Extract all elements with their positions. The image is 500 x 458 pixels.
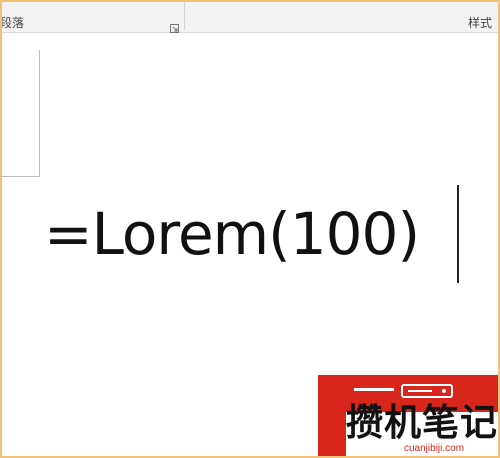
- watermark-red-block: [318, 412, 346, 458]
- watermark-name: 攒机笔记: [346, 401, 498, 444]
- ribbon-group-bar: 段落 样式: [0, 0, 500, 33]
- watermark-url: cuanjibiji.com: [404, 443, 465, 454]
- margin-marker-horizontal: [0, 176, 40, 177]
- watermark-logo: 攒机笔记 cuanjibiji.com: [318, 375, 500, 458]
- document-formula-text[interactable]: =Lorem(100): [44, 194, 420, 274]
- styles-group-label: 样式: [468, 16, 493, 30]
- paragraph-group-label: 段落: [0, 16, 25, 30]
- text-cursor: [457, 185, 459, 283]
- dialog-launcher-icon[interactable]: [170, 18, 179, 33]
- computer-case-icon: [354, 384, 453, 398]
- margin-marker-vertical: [39, 50, 40, 176]
- ribbon-group-separator: [184, 2, 185, 30]
